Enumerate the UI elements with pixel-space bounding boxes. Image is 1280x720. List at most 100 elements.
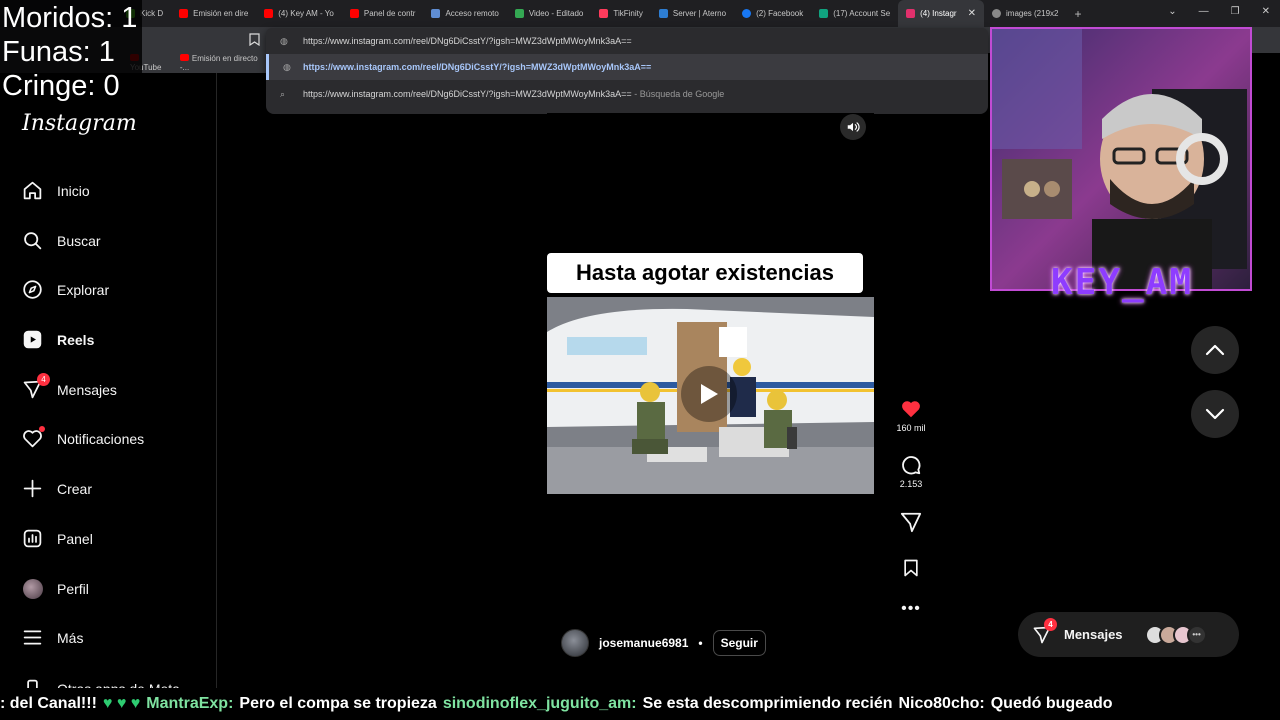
browser-tab[interactable]: Server | Aterno xyxy=(651,0,734,27)
globe-icon: ◍ xyxy=(280,35,288,46)
comment-button[interactable]: 2.153 xyxy=(888,454,934,489)
sidebar-item-buscar[interactable]: Buscar xyxy=(22,230,101,251)
sidebar-item-perfil[interactable]: Perfil xyxy=(22,578,89,599)
reel-author: josemanue6981 • Seguir xyxy=(561,629,766,657)
chat-ticker: : del Canal!!! ♥ ♥ ♥ MantraExp: Pero el … xyxy=(0,688,1280,720)
browser-tab[interactable]: Acceso remoto xyxy=(423,0,506,27)
tab-favicon xyxy=(658,9,668,18)
sidebar-item-notificaciones[interactable]: Notificaciones xyxy=(22,426,144,449)
plus-icon xyxy=(22,478,43,499)
close-window-icon[interactable]: ✕ xyxy=(1262,6,1270,17)
search-icon xyxy=(22,230,43,251)
tab-favicon xyxy=(514,9,524,18)
tab-favicon xyxy=(742,9,752,18)
omnibox-suggestion[interactable]: ◍ https://www.instagram.com/reel/DNg6DiC… xyxy=(266,54,988,80)
browser-tab[interactable]: Video - Editado xyxy=(507,0,592,27)
sidebar-item-mensajes[interactable]: 4 Mensajes xyxy=(22,373,117,400)
like-button[interactable]: 160 mil xyxy=(888,398,934,433)
compass-icon xyxy=(22,279,43,300)
send-icon xyxy=(900,512,922,533)
notification-dot xyxy=(39,426,45,432)
bookmark-emision[interactable]: Emisión en directo -... xyxy=(179,54,266,72)
chat-message: Se esta descomprimiendo recién xyxy=(642,695,893,712)
tab-favicon xyxy=(431,9,441,18)
sidebar-item-inicio[interactable]: Inicio xyxy=(22,180,90,201)
browser-tab[interactable]: (2) Facebook xyxy=(734,0,811,27)
omnibox-suggestion[interactable]: ⌕ https://www.instagram.com/reel/DNg6DiC… xyxy=(266,81,988,107)
minimize-icon[interactable]: — xyxy=(1199,6,1209,17)
menu-icon xyxy=(22,627,43,648)
comment-icon xyxy=(902,456,921,475)
tab-favicon xyxy=(179,9,189,18)
chevron-down-icon xyxy=(1205,408,1225,420)
browser-tab[interactable]: Panel de contr xyxy=(342,0,424,27)
address-bar-dropdown[interactable]: ◍ https://www.instagram.com/reel/DNg6DiC… xyxy=(266,28,988,114)
save-button[interactable] xyxy=(888,557,934,582)
chat-username: sinodinoflex_juguito_am: xyxy=(442,695,637,712)
tab-favicon xyxy=(599,9,609,18)
browser-tab[interactable]: TikFinity xyxy=(591,0,650,27)
share-button[interactable] xyxy=(888,511,934,536)
counter-cringe: Cringe: 0 xyxy=(2,70,120,102)
tab-favicon xyxy=(264,9,274,18)
avatar xyxy=(22,578,43,599)
browser-tab[interactable]: (4) Key AM - Yo xyxy=(256,0,342,27)
chat-message: Quedó bugeado xyxy=(990,695,1113,712)
next-reel-button[interactable] xyxy=(1191,390,1239,438)
search-icon: ⌕ xyxy=(280,88,286,99)
maximize-icon[interactable]: ❐ xyxy=(1231,6,1240,17)
sidebar-item-reels[interactable]: Reels xyxy=(22,329,94,350)
chat-username: MantraExp: xyxy=(146,695,234,712)
messenger-icon: 4 xyxy=(1032,617,1057,645)
dashboard-icon xyxy=(22,528,43,549)
more-options-icon[interactable]: ••• xyxy=(888,600,934,618)
browser-tab[interactable]: (17) Account Se xyxy=(811,0,898,27)
bookmark-star-icon[interactable] xyxy=(249,33,261,47)
tab-search-icon[interactable]: ⌄ xyxy=(1168,6,1176,17)
chevron-up-icon xyxy=(1205,344,1225,356)
globe-icon: ◍ xyxy=(283,61,291,72)
follow-button[interactable]: Seguir xyxy=(712,630,766,656)
browser-tab-active[interactable]: (4) Instagr ✕ xyxy=(898,0,984,27)
youtube-icon xyxy=(179,54,189,61)
play-icon[interactable] xyxy=(681,366,737,422)
close-tab-icon[interactable]: ✕ xyxy=(968,8,976,19)
window-controls: ⌄ — ❐ ✕ xyxy=(1168,6,1270,17)
browser-tab[interactable]: images (219x2 xyxy=(984,0,1066,27)
avatar[interactable] xyxy=(561,629,589,657)
chat-username: Nico80cho: xyxy=(898,695,985,712)
sidebar-item-crear[interactable]: Crear xyxy=(22,478,92,499)
stream-counter-overlay: Moridos: 1 Funas: 1 Cringe: 0 xyxy=(0,0,142,104)
tab-favicon xyxy=(349,9,359,18)
counter-funas: Funas: 1 xyxy=(2,36,115,68)
new-tab-icon[interactable]: + xyxy=(1074,7,1081,21)
reels-icon xyxy=(22,329,43,350)
home-icon xyxy=(22,180,43,201)
volume-icon[interactable] xyxy=(840,114,866,140)
like-count: 160 mil xyxy=(896,423,926,433)
recent-contacts: ••• xyxy=(1144,624,1207,645)
streamer-webcam xyxy=(990,27,1252,291)
heart-icon xyxy=(22,426,45,449)
reel-caption-banner: Hasta agotar existencias xyxy=(547,253,863,293)
instagram-logo[interactable]: Instagram xyxy=(22,111,137,136)
webcam-feed xyxy=(992,29,1250,289)
more-contacts-icon: ••• xyxy=(1186,624,1207,645)
previous-reel-button[interactable] xyxy=(1191,326,1239,374)
instagram-favicon xyxy=(906,9,916,18)
tab-favicon xyxy=(819,9,829,18)
sidebar-item-mas[interactable]: Más xyxy=(22,627,83,648)
messenger-icon: 4 xyxy=(22,373,50,400)
notification-badge: 4 xyxy=(1044,617,1057,631)
chat-message: Pero el compa se tropieza xyxy=(239,695,437,712)
sidebar-item-explorar[interactable]: Explorar xyxy=(22,279,109,300)
notification-badge: 4 xyxy=(37,373,50,386)
sidebar-item-panel[interactable]: Panel xyxy=(22,528,93,549)
author-username[interactable]: josemanue6981 xyxy=(599,636,688,650)
streamer-name: KEY_AM xyxy=(1050,261,1194,303)
bookmark-icon xyxy=(904,559,918,577)
address-input[interactable]: ◍ https://www.instagram.com/reel/DNg6DiC… xyxy=(266,28,988,54)
messages-floating-button[interactable]: 4 Mensajes ••• xyxy=(1018,612,1239,657)
browser-tab[interactable]: Emisión en dire xyxy=(171,0,256,27)
comment-count: 2.153 xyxy=(899,479,923,489)
